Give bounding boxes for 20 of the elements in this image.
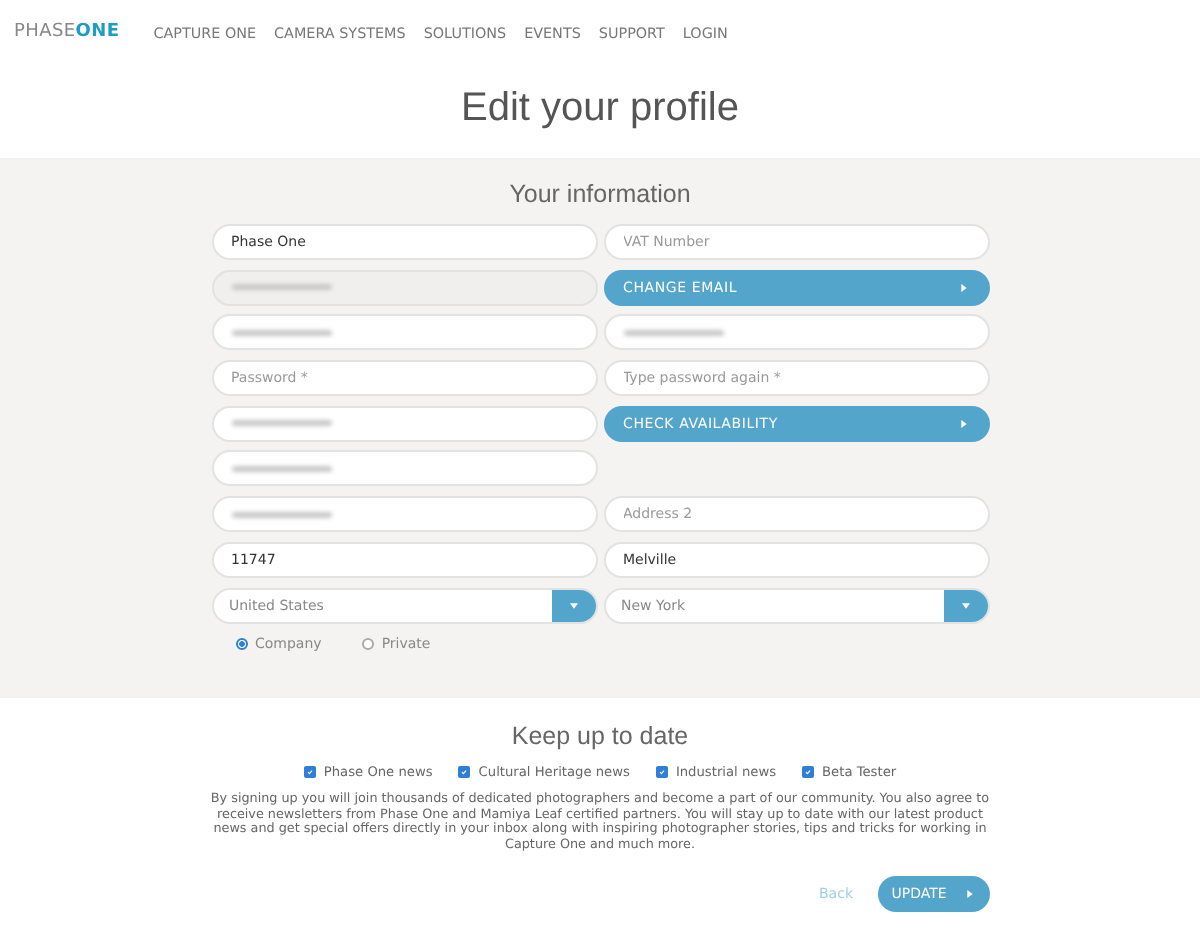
caret-down-icon — [569, 601, 577, 609]
section-title: Your information — [507, 180, 693, 208]
caret-right-icon — [966, 889, 975, 898]
checkbox[interactable] — [655, 766, 668, 778]
page-title: Edit your profile — [459, 86, 741, 134]
input-field[interactable] — [603, 314, 989, 351]
input-field[interactable] — [211, 314, 597, 351]
section-title: Keep up to date — [509, 722, 691, 750]
checkbox[interactable] — [303, 766, 316, 778]
input-field[interactable] — [211, 405, 597, 442]
caret-right-icon — [959, 419, 967, 428]
checkbox[interactable] — [458, 766, 471, 778]
radio-button[interactable] — [361, 637, 374, 649]
caret-down-icon — [961, 601, 969, 609]
caret-right-icon — [959, 283, 967, 292]
radio-button[interactable] — [235, 637, 247, 649]
input-field[interactable] — [211, 496, 597, 533]
logo[interactable]: PHASEONE — [14, 22, 120, 42]
checkbox[interactable] — [802, 766, 815, 778]
input-field[interactable] — [211, 450, 597, 487]
